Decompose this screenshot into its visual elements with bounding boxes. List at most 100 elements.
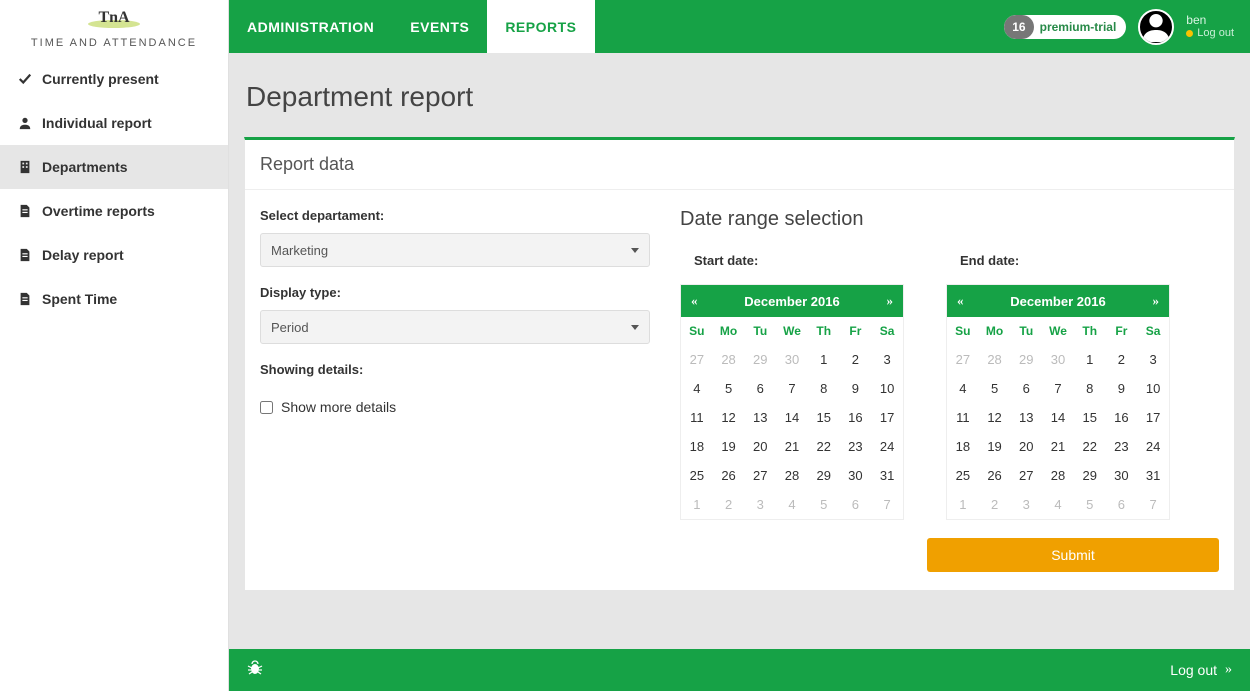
cal-day[interactable]: 31 — [871, 461, 903, 490]
cal-day[interactable]: 4 — [776, 490, 808, 519]
avatar[interactable] — [1138, 9, 1174, 45]
cal-day[interactable]: 1 — [681, 490, 713, 519]
cal-day[interactable]: 30 — [840, 461, 872, 490]
bug-report-icon[interactable] — [247, 660, 263, 681]
sidebar-item-delay-report[interactable]: Delay report — [0, 233, 228, 277]
cal-day[interactable]: 26 — [979, 461, 1011, 490]
cal-day[interactable]: 28 — [1042, 461, 1074, 490]
cal-day[interactable]: 27 — [744, 461, 776, 490]
cal-day[interactable]: 29 — [1074, 461, 1106, 490]
cal-day[interactable]: 9 — [1106, 374, 1138, 403]
cal-day[interactable]: 7 — [871, 490, 903, 519]
sidebar-item-departments[interactable]: Departments — [0, 145, 228, 189]
cal-day[interactable]: 8 — [1074, 374, 1106, 403]
sidebar-item-individual-report[interactable]: Individual report — [0, 101, 228, 145]
cal-day[interactable]: 1 — [808, 345, 840, 374]
cal-day[interactable]: 25 — [947, 461, 979, 490]
cal-day[interactable]: 7 — [1137, 490, 1169, 519]
cal-day[interactable]: 27 — [947, 345, 979, 374]
cal-day[interactable]: 6 — [1106, 490, 1138, 519]
cal-day[interactable]: 28 — [979, 345, 1011, 374]
department-select[interactable]: Marketing — [260, 233, 650, 267]
cal-day[interactable]: 7 — [1042, 374, 1074, 403]
footer-logout[interactable]: Log out » — [1170, 662, 1232, 678]
cal-day[interactable]: 21 — [1042, 432, 1074, 461]
sidebar-item-spent-time[interactable]: Spent Time — [0, 277, 228, 321]
cal-day[interactable]: 1 — [1074, 345, 1106, 374]
sidebar-item-overtime-reports[interactable]: Overtime reports — [0, 189, 228, 233]
cal-day[interactable]: 29 — [1010, 345, 1042, 374]
cal-day[interactable]: 30 — [776, 345, 808, 374]
tab-reports[interactable]: REPORTS — [487, 0, 594, 53]
cal-day[interactable]: 29 — [744, 345, 776, 374]
cal-day[interactable]: 25 — [681, 461, 713, 490]
cal-day[interactable]: 12 — [713, 403, 745, 432]
tab-administration[interactable]: ADMINISTRATION — [229, 0, 392, 53]
display-type-select[interactable]: Period — [260, 310, 650, 344]
cal-day[interactable]: 10 — [871, 374, 903, 403]
cal-month-label[interactable]: December 2016 — [744, 294, 839, 309]
cal-day[interactable]: 24 — [871, 432, 903, 461]
cal-day[interactable]: 20 — [744, 432, 776, 461]
cal-day[interactable]: 24 — [1137, 432, 1169, 461]
sidebar-item-currently-present[interactable]: Currently present — [0, 57, 228, 101]
cal-day[interactable]: 13 — [1010, 403, 1042, 432]
cal-day[interactable]: 2 — [840, 345, 872, 374]
cal-day[interactable]: 17 — [871, 403, 903, 432]
cal-day[interactable]: 16 — [1106, 403, 1138, 432]
cal-day[interactable]: 4 — [947, 374, 979, 403]
cal-day[interactable]: 23 — [1106, 432, 1138, 461]
cal-day[interactable]: 15 — [1074, 403, 1106, 432]
cal-day[interactable]: 30 — [1042, 345, 1074, 374]
cal-day[interactable]: 30 — [1106, 461, 1138, 490]
show-more-details-checkbox[interactable] — [260, 401, 273, 414]
cal-day[interactable]: 3 — [1137, 345, 1169, 374]
cal-day[interactable]: 14 — [1042, 403, 1074, 432]
cal-day[interactable]: 3 — [744, 490, 776, 519]
cal-day[interactable]: 28 — [776, 461, 808, 490]
cal-day[interactable]: 6 — [744, 374, 776, 403]
tab-events[interactable]: EVENTS — [392, 0, 487, 53]
cal-next-button[interactable]: » — [1153, 293, 1160, 309]
cal-day[interactable]: 2 — [1106, 345, 1138, 374]
cal-day[interactable]: 21 — [776, 432, 808, 461]
cal-day[interactable]: 9 — [840, 374, 872, 403]
cal-day[interactable]: 1 — [947, 490, 979, 519]
cal-day[interactable]: 27 — [681, 345, 713, 374]
cal-day[interactable]: 7 — [776, 374, 808, 403]
cal-day[interactable]: 3 — [871, 345, 903, 374]
cal-day[interactable]: 20 — [1010, 432, 1042, 461]
cal-day[interactable]: 11 — [947, 403, 979, 432]
cal-day[interactable]: 17 — [1137, 403, 1169, 432]
cal-day[interactable]: 22 — [808, 432, 840, 461]
cal-day[interactable]: 6 — [1010, 374, 1042, 403]
cal-next-button[interactable]: » — [887, 293, 894, 309]
cal-month-label[interactable]: December 2016 — [1010, 294, 1105, 309]
cal-day[interactable]: 5 — [979, 374, 1011, 403]
cal-day[interactable]: 31 — [1137, 461, 1169, 490]
cal-day[interactable]: 19 — [713, 432, 745, 461]
cal-day[interactable]: 12 — [979, 403, 1011, 432]
submit-button[interactable]: Submit — [927, 538, 1219, 572]
cal-day[interactable]: 26 — [713, 461, 745, 490]
cal-day[interactable]: 3 — [1010, 490, 1042, 519]
cal-day[interactable]: 19 — [979, 432, 1011, 461]
cal-day[interactable]: 2 — [713, 490, 745, 519]
cal-day[interactable]: 5 — [713, 374, 745, 403]
cal-day[interactable]: 18 — [947, 432, 979, 461]
cal-day[interactable]: 6 — [840, 490, 872, 519]
cal-day[interactable]: 13 — [744, 403, 776, 432]
cal-day[interactable]: 23 — [840, 432, 872, 461]
cal-day[interactable]: 11 — [681, 403, 713, 432]
cal-day[interactable]: 22 — [1074, 432, 1106, 461]
cal-day[interactable]: 15 — [808, 403, 840, 432]
cal-day[interactable]: 4 — [1042, 490, 1074, 519]
cal-day[interactable]: 8 — [808, 374, 840, 403]
cal-day[interactable]: 10 — [1137, 374, 1169, 403]
cal-day[interactable]: 18 — [681, 432, 713, 461]
cal-day[interactable]: 4 — [681, 374, 713, 403]
cal-day[interactable]: 5 — [1074, 490, 1106, 519]
cal-day[interactable]: 14 — [776, 403, 808, 432]
cal-day[interactable]: 28 — [713, 345, 745, 374]
cal-day[interactable]: 27 — [1010, 461, 1042, 490]
